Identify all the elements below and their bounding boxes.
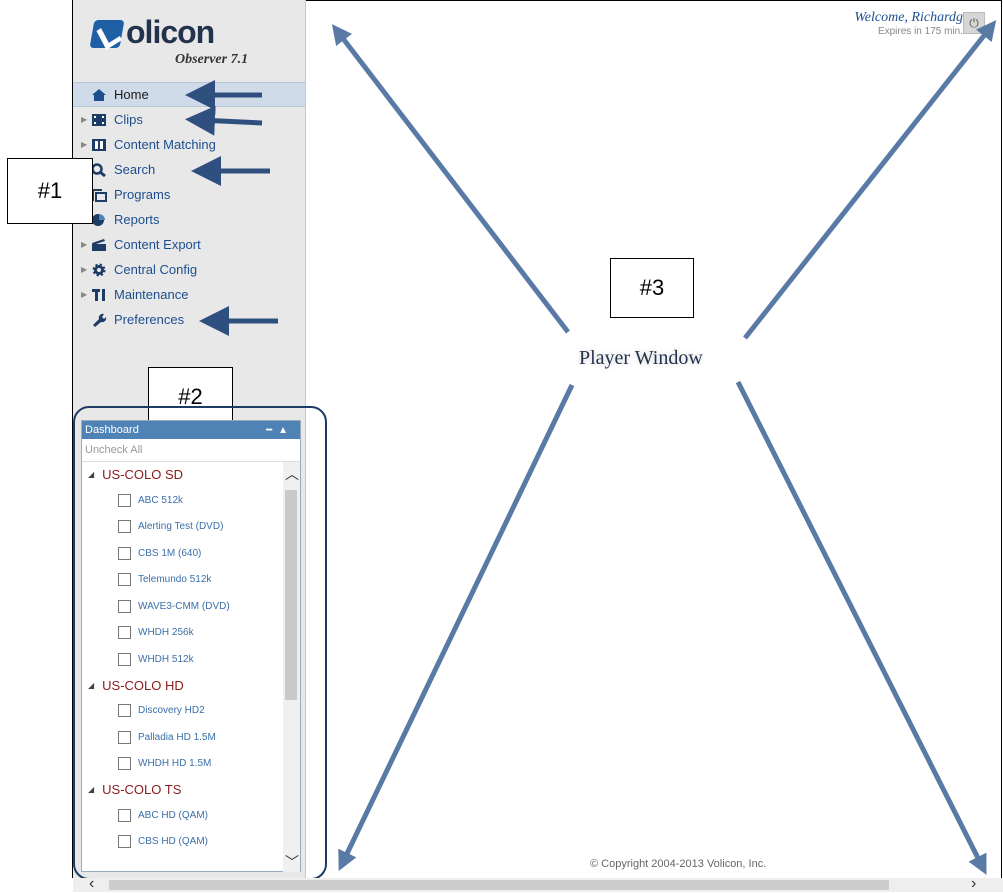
dashboard-title: Dashboard	[85, 424, 139, 436]
user-info: Welcome, Richardg Expires in 175 min.	[854, 10, 963, 37]
dashboard-panel-highlight: Dashboard ━▲ Uncheck All ◢ US-COLO SD ABC…	[73, 406, 327, 880]
collapse-triangle-icon[interactable]: ◢	[88, 470, 94, 479]
checkbox[interactable]	[118, 520, 131, 534]
home-icon	[91, 88, 107, 102]
collapse-triangle-icon[interactable]: ◢	[88, 785, 94, 794]
annotation-3: #3	[610, 258, 694, 318]
checkbox[interactable]	[118, 757, 131, 771]
logout-power-icon[interactable]: ⏻	[963, 12, 985, 34]
checkbox[interactable]	[118, 652, 131, 666]
channel-item[interactable]: Alerting Test (DVD)	[82, 514, 282, 541]
annotation-1: #1	[7, 158, 93, 224]
checkbox[interactable]	[118, 626, 131, 640]
nav-label: Programs	[114, 187, 171, 202]
scroll-down-icon[interactable]: ﹀	[285, 852, 299, 872]
horizontal-scrollbar[interactable]: ‹ ›	[73, 875, 1003, 893]
copyright: © Copyright 2004-2013 Volicon, Inc.	[590, 858, 767, 870]
checkbox[interactable]	[118, 835, 131, 849]
nav-label: Search	[114, 162, 156, 177]
programs-icon	[91, 188, 107, 202]
search-icon	[91, 162, 107, 177]
channel-item[interactable]: WHDH HD 1.5M	[82, 751, 282, 778]
clapper-icon	[91, 238, 107, 252]
logo-text: olicon	[126, 14, 215, 50]
nav-label: Content Matching	[114, 137, 216, 152]
main-nav: Home ▶ Clips ▶ Content Matching Search P…	[73, 82, 305, 332]
checkbox[interactable]	[118, 546, 131, 560]
nav-item-maintenance[interactable]: ▶ Maintenance	[73, 282, 305, 307]
scroll-left-icon[interactable]: ‹	[89, 875, 94, 893]
nav-label: Central Config	[114, 262, 198, 277]
channel-item[interactable]: Discovery HD2	[82, 698, 282, 725]
nav-item-search[interactable]: Search	[73, 157, 305, 182]
channel-item[interactable]: ABC HD (QAM)	[82, 802, 282, 829]
nav-label: Preferences	[114, 312, 185, 327]
gear-icon	[91, 263, 107, 277]
nav-item-clips[interactable]: ▶ Clips	[73, 107, 305, 132]
nav-item-content-matching[interactable]: ▶ Content Matching	[73, 132, 305, 157]
minimize-icon[interactable]: ━	[266, 425, 278, 436]
collapse-up-icon[interactable]: ▲	[278, 425, 294, 436]
scroll-thumb[interactable]	[109, 880, 889, 890]
expand-caret-icon[interactable]: ▶	[81, 115, 91, 124]
channel-item[interactable]: CBS 1M (640)	[82, 540, 282, 567]
nav-label: Content Export	[114, 237, 201, 252]
group-header[interactable]: ◢ US-COLO SD	[82, 462, 282, 487]
film-icon	[91, 113, 107, 127]
collapse-triangle-icon[interactable]: ◢	[88, 681, 94, 690]
channel-item[interactable]: WHDH 256k	[82, 620, 282, 647]
checkbox[interactable]	[118, 704, 131, 718]
nav-label: Home	[114, 87, 149, 102]
nav-item-content-export[interactable]: ▶ Content Export	[73, 232, 305, 257]
checkbox[interactable]	[118, 730, 131, 744]
checkbox[interactable]	[118, 599, 131, 613]
dashboard-header: Dashboard ━▲	[82, 421, 300, 439]
nav-item-central-config[interactable]: ▶ Central Config	[73, 257, 305, 282]
nav-label: Reports	[114, 212, 160, 227]
expand-caret-icon[interactable]: ▶	[81, 290, 91, 299]
session-expiry: Expires in 175 min.	[877, 26, 963, 37]
checkbox[interactable]	[118, 808, 131, 822]
nav-label: Clips	[114, 112, 143, 127]
expand-caret-icon[interactable]: ▶	[81, 240, 91, 249]
scroll-right-icon[interactable]: ›	[971, 875, 976, 893]
volicon-logo: olicon Observer 7.1	[89, 14, 262, 68]
tools-icon	[91, 288, 107, 302]
channel-item[interactable]: WAVE3-CMM (DVD)	[82, 593, 282, 620]
group-header[interactable]: ◢ US-COLO TS	[82, 777, 282, 802]
logo-subtitle: Observer 7.1	[175, 52, 249, 67]
expand-caret-icon[interactable]: ▶	[81, 140, 91, 149]
channel-item[interactable]: WHDH 512k	[82, 646, 282, 673]
nav-item-reports[interactable]: Reports	[73, 207, 305, 232]
checkbox[interactable]	[118, 493, 131, 507]
vertical-scrollbar[interactable]: ︿ ﹀	[283, 462, 300, 872]
player-window-label: Player Window	[579, 347, 703, 369]
group-header[interactable]: ◢ US-COLO HD	[82, 673, 282, 698]
checkbox[interactable]	[118, 573, 131, 587]
channel-item[interactable]: ABC 512k	[82, 487, 282, 514]
nav-item-preferences[interactable]: Preferences	[73, 307, 305, 332]
content-matching-icon	[91, 138, 107, 152]
wrench-icon	[91, 313, 107, 327]
logo-v-mark	[89, 20, 125, 48]
expand-caret-icon[interactable]: ▶	[81, 265, 91, 274]
dashboard-panel: Dashboard ━▲ Uncheck All ◢ US-COLO SD ABC…	[81, 420, 301, 872]
channel-item[interactable]: CBS HD (QAM)	[82, 829, 282, 856]
scroll-thumb[interactable]	[285, 490, 297, 700]
channel-list: ◢ US-COLO SD ABC 512k Alerting Test (DVD)…	[82, 462, 282, 872]
channel-item[interactable]: Palladia HD 1.5M	[82, 724, 282, 751]
nav-item-home[interactable]: Home	[73, 82, 305, 107]
scroll-up-icon[interactable]: ︿	[285, 464, 299, 484]
uncheck-all-link[interactable]: Uncheck All	[82, 439, 300, 462]
welcome-text: Welcome, Richardg	[854, 10, 963, 25]
nav-item-programs[interactable]: Programs	[73, 182, 305, 207]
nav-label: Maintenance	[114, 287, 189, 302]
channel-item[interactable]: Telemundo 512k	[82, 567, 282, 594]
pie-chart-icon	[91, 213, 107, 227]
